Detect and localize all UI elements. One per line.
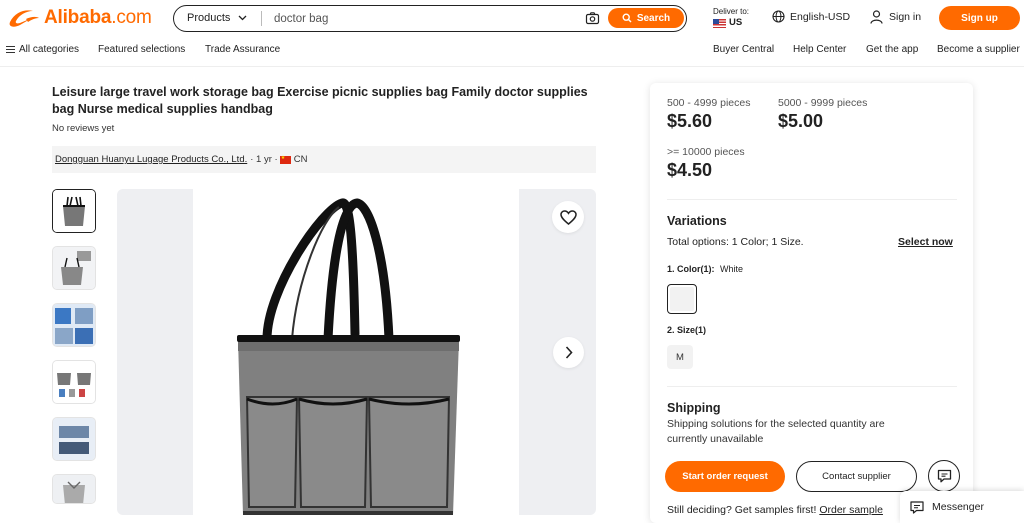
nav-all-categories[interactable]: All categories [6, 44, 79, 55]
nav-become-supplier[interactable]: Become a supplier [937, 44, 1020, 55]
color-label: 1. Color(1): White [667, 264, 743, 274]
price-tier-qty: >= 10000 pieces [667, 146, 745, 158]
nav-divider [0, 66, 1024, 67]
camera-icon[interactable] [585, 11, 600, 26]
globe-icon [772, 10, 785, 23]
thumbnail-list [52, 189, 96, 517]
logo-suffix: .com [111, 7, 152, 28]
cn-flag-icon [279, 155, 291, 164]
panel-divider [667, 386, 957, 387]
deliver-to[interactable]: Deliver to: US [713, 7, 749, 28]
bag-thumbnail-image [53, 361, 95, 403]
us-flag-icon [713, 18, 726, 28]
price-tier-2: 5000 - 9999 pieces $5.00 [778, 97, 867, 132]
order-sample-link[interactable]: Order sample [819, 504, 883, 516]
search-divider [261, 11, 262, 26]
heart-icon [559, 209, 577, 225]
search-input[interactable] [274, 9, 574, 28]
nav-help-center[interactable]: Help Center [793, 44, 846, 55]
color-swatch-white[interactable] [667, 284, 697, 314]
nav-get-the-app[interactable]: Get the app [866, 44, 918, 55]
bag-thumbnail-image [53, 190, 95, 232]
samples-text: Still deciding? Get samples first! Order… [667, 504, 883, 516]
bag-product-image [237, 198, 460, 515]
samples-prefix: Still deciding? Get samples first! [667, 504, 817, 516]
supplier-country: CN [293, 154, 308, 165]
search-icon [622, 13, 632, 23]
supplier-row: Dongguan Huanyu Lugage Products Co., Ltd… [52, 146, 596, 173]
size-option-m[interactable]: M [667, 345, 693, 369]
nav-featured-selections[interactable]: Featured selections [98, 44, 185, 55]
search-category-label: Products [187, 12, 231, 24]
language-selector[interactable]: English-USD [772, 10, 850, 23]
messenger-label: Messenger [932, 501, 984, 513]
thumbnail-4[interactable] [52, 360, 96, 404]
main-product-image[interactable] [117, 189, 596, 515]
start-order-button[interactable]: Start order request [665, 461, 785, 492]
alibaba-logo-icon [9, 10, 39, 27]
thumbnail-2[interactable] [52, 246, 96, 290]
shipping-text: Shipping solutions for the selected quan… [667, 418, 885, 445]
select-now-link[interactable]: Select now [898, 236, 953, 248]
price-tier-price: $5.60 [667, 111, 713, 131]
search-button-label: Search [636, 12, 671, 24]
bag-thumbnail-image [53, 247, 95, 289]
price-tier-qty: 5000 - 9999 pieces [778, 97, 868, 109]
chat-icon [937, 469, 951, 483]
sub-navigation: All categories Featured selections Trade… [0, 40, 1024, 62]
thumbnails-scroll-down[interactable] [64, 481, 84, 495]
thumbnail-1[interactable] [52, 189, 96, 233]
price-tier-price: $4.50 [667, 160, 713, 180]
total-options-text: Total options: 1 Color; 1 Size. [667, 236, 804, 248]
language-label: English-USD [790, 10, 851, 23]
bag-thumbnail-image [53, 418, 95, 460]
size-label: 2. Size(1) [667, 325, 707, 335]
chevron-down-icon [67, 481, 81, 489]
user-icon [870, 10, 883, 24]
chevron-right-icon [565, 346, 573, 359]
contact-supplier-button[interactable]: Contact supplier [796, 461, 917, 492]
message-icon [910, 500, 924, 514]
menu-icon [6, 46, 15, 53]
logo-text: Alibaba [44, 7, 112, 28]
shipping-heading: Shipping [667, 401, 721, 415]
bag-thumbnail-image [53, 304, 95, 346]
product-title: Leisure large travel work storage bag Ex… [52, 85, 588, 116]
sign-in-label: Sign in [889, 11, 922, 23]
price-tier-price: $5.00 [778, 111, 824, 131]
supplier-years: · 1 yr · [250, 154, 278, 165]
deliver-label: Deliver to: [713, 7, 750, 16]
messenger-button[interactable]: Messenger [900, 491, 1024, 523]
panel-divider [667, 199, 957, 200]
sign-in-link[interactable]: Sign in [870, 10, 921, 24]
deliver-country: US [729, 17, 743, 28]
chat-button[interactable] [928, 460, 960, 492]
price-tier-3: >= 10000 pieces $4.50 [667, 146, 745, 181]
color-label-title: 1. Color(1): [667, 264, 715, 274]
thumbnail-5[interactable] [52, 417, 96, 461]
chevron-down-icon [238, 15, 247, 21]
nav-trade-assurance[interactable]: Trade Assurance [205, 44, 280, 55]
color-value: White [720, 264, 744, 274]
alibaba-logo[interactable]: Alibaba.com [6, 5, 152, 31]
favorite-button[interactable] [552, 201, 584, 233]
reviews-text: No reviews yet [52, 123, 115, 134]
supplier-name-link[interactable]: Dongguan Huanyu Lugage Products Co., Ltd… [55, 154, 247, 165]
search-bar: Products Search [173, 5, 687, 32]
nav-buyer-central[interactable]: Buyer Central [713, 44, 774, 55]
next-image-button[interactable] [553, 337, 584, 368]
header: Alibaba.com Products Search Deliver to: … [0, 0, 1024, 36]
search-button[interactable]: Search [608, 8, 684, 28]
nav-all-categories-label: All categories [19, 44, 80, 55]
sign-up-button[interactable]: Sign up [939, 6, 1020, 30]
thumbnail-3[interactable] [52, 303, 96, 347]
search-category-dropdown[interactable]: Products [187, 12, 247, 24]
price-tier-qty: 500 - 4999 pieces [667, 97, 751, 109]
variations-heading: Variations [667, 214, 727, 228]
price-tier-1: 500 - 4999 pieces $5.60 [667, 97, 750, 132]
